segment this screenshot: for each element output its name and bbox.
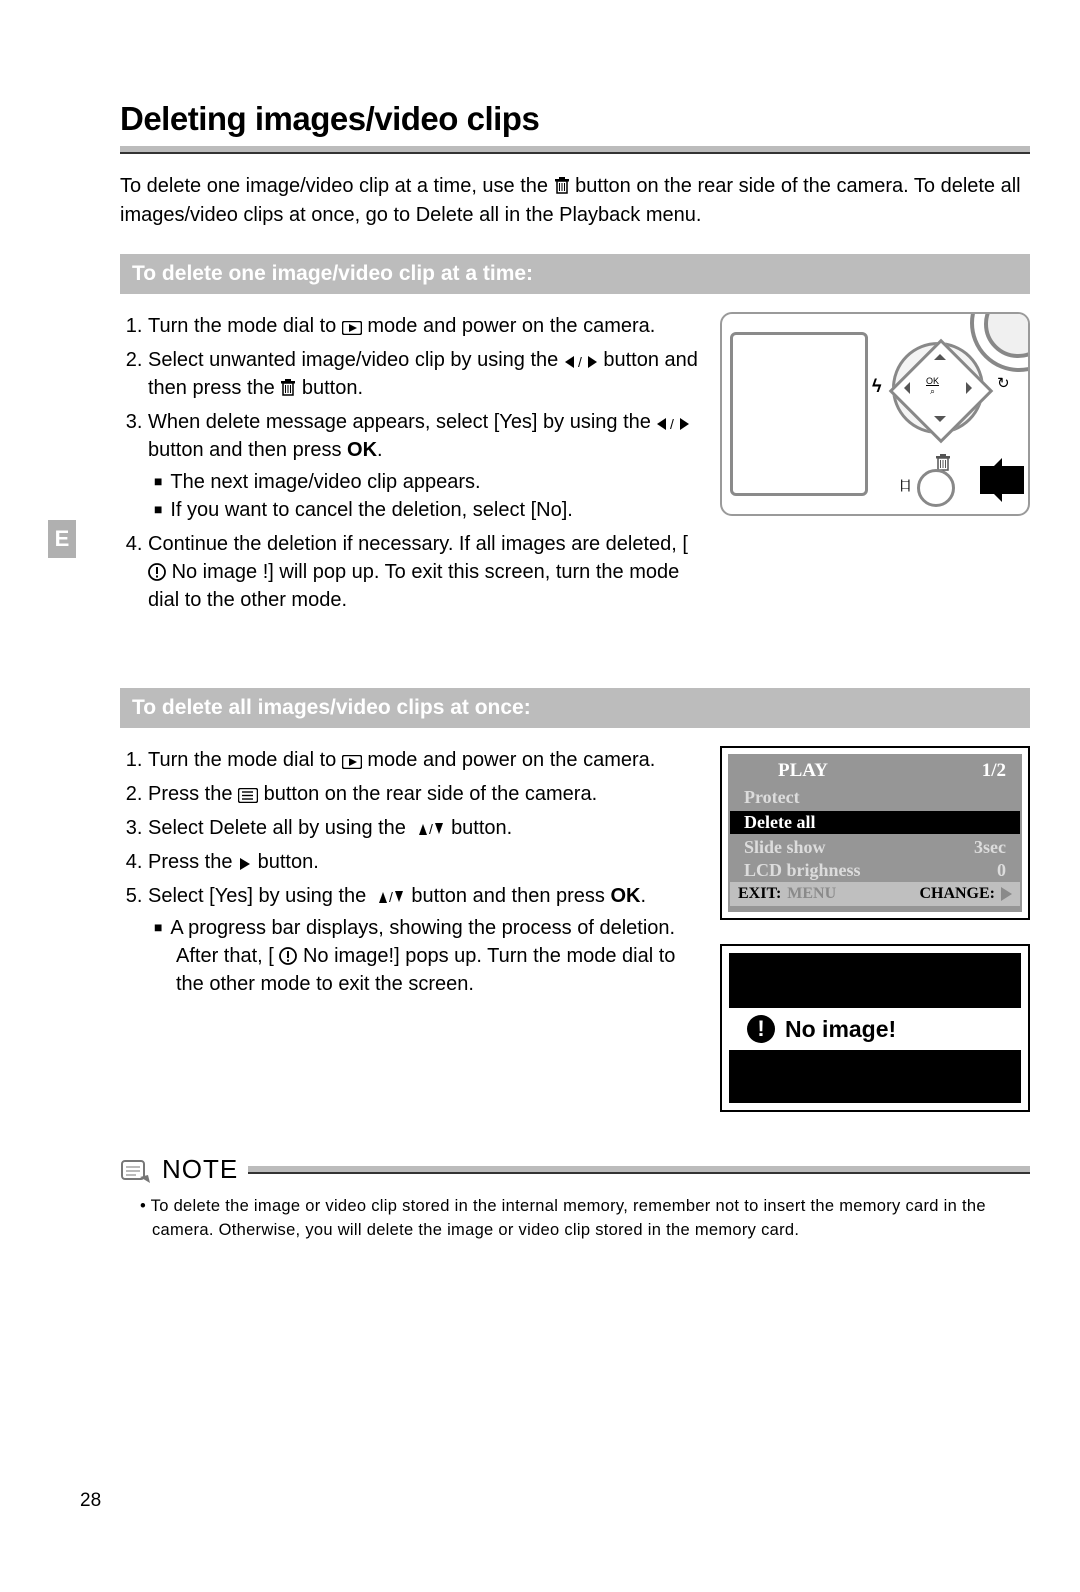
step-b1-t2: mode and power on the camera. [367,749,655,771]
lcd-row-slideshow-val: 3sec [974,837,1006,858]
lcd-row-brightness: LCD brighness [744,860,861,881]
step-a2: Select unwanted image/video clip by usin… [148,346,698,402]
ok-label: OK [610,885,640,907]
ok-label: OK [347,439,377,461]
step-b3-t1: Select Delete all by using the [148,817,412,839]
bullet-a3-2: If you want to cancel the deletion, sele… [176,496,698,524]
flash-icon: ϟ [872,376,882,397]
lcd-menu-page: 1/2 [982,760,1006,782]
warning-icon [148,563,166,581]
section-tab: E [48,520,76,558]
step-a3: When delete message appears, select [Yes… [148,408,698,524]
section-heading-delete-one: To delete one image/video clip at a time… [120,254,1030,294]
step-b4-t2: button. [258,851,319,873]
menu-list-icon [238,788,258,803]
left-right-arrow-icon: / [656,417,690,431]
up-down-arrow-icon: / [372,889,406,905]
playback-mode-icon [342,321,362,335]
step-b1: Turn the mode dial to mode and power on … [148,746,698,774]
step-a3-t2: button and then press [148,439,347,461]
left-right-arrow-icon: / [564,355,598,369]
display-toggle-icon: |□| [900,477,909,492]
step-a4: Continue the deletion if necessary. If a… [148,530,698,614]
page-content: Deleting images/video clips To delete on… [120,100,1030,1243]
no-image-text: No image! [785,1016,896,1043]
lcd-row-slideshow: Slide show [744,837,826,858]
step-b2-t1: Press the [148,783,238,805]
ok-center-label: OK⌕ [926,376,939,396]
right-arrow-icon [1001,887,1012,901]
trash-icon [554,177,570,195]
lcd-foot-menu: MENU [787,885,836,903]
right-arrow-icon [238,857,252,871]
page-title: Deleting images/video clips [120,100,1030,138]
playback-mode-icon [342,755,362,769]
section-b-steps: Turn the mode dial to mode and power on … [120,746,698,1004]
note-label: NOTE [162,1154,238,1185]
lcd-foot-change: CHANGE: [919,885,995,903]
lower-button [917,469,955,507]
note-heading-row: NOTE [120,1154,1030,1185]
step-b5: Select [Yes] by using the / button and t… [148,882,698,998]
step-b3: Select Delete all by using the / button. [148,814,698,842]
pointer-arrow-icon [980,466,1024,494]
step-b3-t2: button. [451,817,512,839]
lcd-play-menu: PLAY 1/2 Protect Delete all Slide show 3s… [720,746,1030,920]
step-a3-t3: . [377,439,383,461]
svg-text:/: / [670,417,674,431]
lcd-foot-exit: EXIT: [738,885,781,903]
section-a-columns: Turn the mode dial to mode and power on … [120,312,1030,620]
lcd-row-delete-all: Delete all [744,812,815,833]
step-a1-t2: mode and power on the camera. [367,315,655,337]
step-b5-t1: Select [Yes] by using the [148,885,372,907]
svg-text:/: / [389,889,393,905]
manual-page: E Deleting images/video clips To delete … [0,0,1080,1592]
self-timer-icon: ↻ [997,374,1010,392]
lcd-row-brightness-val: 0 [997,860,1006,881]
page-number: 28 [80,1490,101,1512]
step-a1: Turn the mode dial to mode and power on … [148,312,698,340]
step-a2-t3: button. [302,377,363,399]
svg-text:/: / [429,821,433,837]
bullet-a3-1: The next image/video clip appears. [176,468,698,496]
step-b4-t1: Press the [148,851,238,873]
lcd-menu-title: PLAY [778,760,828,782]
section-heading-delete-all: To delete all images/video clips at once… [120,688,1030,728]
step-a4-t1: Continue the deletion if necessary. If a… [148,533,688,555]
intro-text-1: To delete one image/video clip at a time… [120,175,554,197]
lcd-no-image: ! No image! [720,944,1030,1112]
step-a3-t1: When delete message appears, select [Yes… [148,411,656,433]
step-a4-t2: No image !] will pop up. To exit this sc… [148,561,679,611]
warning-icon: ! [747,1015,775,1043]
lcd-row-protect: Protect [744,787,800,808]
step-b4: Press the button. [148,848,698,876]
note-body: • To delete the image or video clip stor… [120,1195,1030,1243]
section-a-steps: Turn the mode dial to mode and power on … [120,312,698,620]
warning-icon [279,947,297,965]
note-hand-icon [120,1155,152,1185]
step-b2-t2: button on the rear side of the camera. [264,783,598,805]
up-down-arrow-icon: / [412,821,446,837]
bullet-b5-1: A progress bar displays, showing the pro… [176,914,698,998]
step-b5-t3: . [640,885,646,907]
trash-icon [280,379,296,397]
step-b5-t2: button and then press [411,885,610,907]
step-b2: Press the button on the rear side of the… [148,780,698,808]
svg-text:/: / [578,355,582,369]
lcd-previews: PLAY 1/2 Protect Delete all Slide show 3s… [720,746,1030,1112]
step-b1-t1: Turn the mode dial to [148,749,342,771]
title-rule [120,146,1030,154]
intro-paragraph: To delete one image/video clip at a time… [120,172,1030,230]
note-rule [248,1166,1030,1174]
camera-diagram: ϟ OK⌕ ↻ |□| [720,312,1030,516]
step-a2-t1: Select unwanted image/video clip by usin… [148,349,564,371]
step-a1-t1: Turn the mode dial to [148,315,342,337]
section-b-columns: Turn the mode dial to mode and power on … [120,746,1030,1112]
